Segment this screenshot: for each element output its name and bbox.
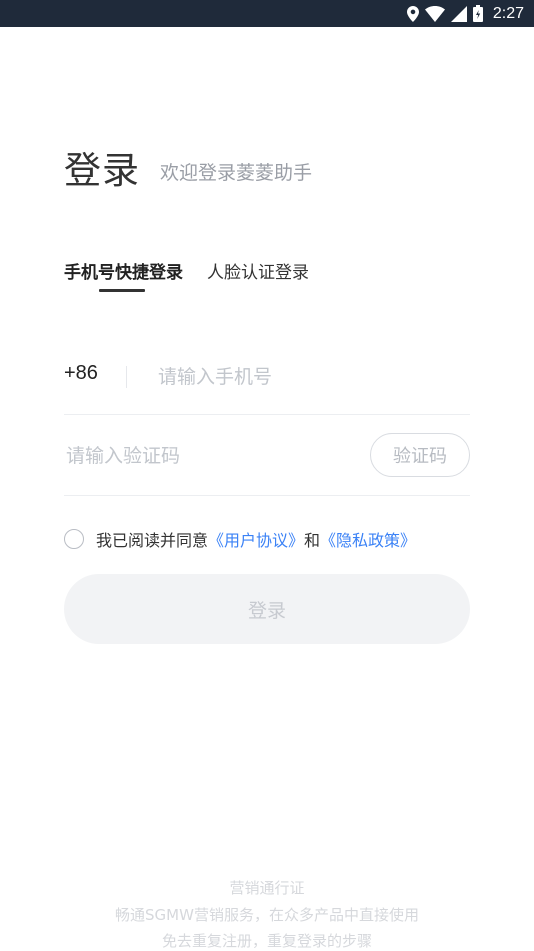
active-tab-indicator bbox=[99, 289, 145, 292]
signal-icon bbox=[450, 5, 467, 22]
footer-line1: 畅通SGMW营销服务，在众多产品中直接使用 bbox=[115, 906, 419, 924]
status-bar: 2:27 bbox=[0, 0, 534, 27]
page-title: 登录 bbox=[64, 149, 140, 192]
privacy-policy-link[interactable]: 《隐私政策》 bbox=[320, 527, 416, 551]
agreement-conjunction: 和 bbox=[304, 531, 321, 550]
status-time: 2:27 bbox=[492, 4, 524, 22]
agreement-checkbox[interactable] bbox=[64, 529, 84, 549]
phone-row: +86 bbox=[64, 340, 470, 415]
login-button[interactable]: 登录 bbox=[64, 574, 470, 644]
tab-face-login[interactable]: 人脸认证登录 bbox=[207, 258, 309, 283]
battery-icon bbox=[472, 5, 483, 22]
agreement-prefix: 我已阅读并同意 bbox=[96, 531, 209, 550]
get-code-button[interactable]: 验证码 bbox=[370, 433, 470, 477]
divider bbox=[126, 366, 127, 388]
user-agreement-link[interactable]: 《用户协议》 bbox=[208, 527, 304, 551]
page-subtitle: 欢迎登录菱菱助手 bbox=[160, 162, 313, 184]
agreement-row: 我已阅读并同意 《用户协议》 和 《隐私政策》 bbox=[64, 526, 416, 552]
wifi-icon bbox=[424, 5, 445, 22]
location-icon bbox=[406, 5, 419, 22]
country-code[interactable]: +86 bbox=[64, 362, 98, 385]
status-icons: 2:27 bbox=[406, 0, 524, 27]
tab-phone-login[interactable]: 手机号快捷登录 bbox=[64, 258, 183, 283]
verification-code-input[interactable] bbox=[64, 439, 348, 473]
phone-input[interactable] bbox=[156, 360, 460, 394]
footer-line2: 免去重复注册，重复登录的步骤 bbox=[161, 932, 372, 950]
footer-title: 营销通行证 bbox=[229, 879, 305, 897]
verification-row: 验证码 bbox=[64, 415, 470, 496]
